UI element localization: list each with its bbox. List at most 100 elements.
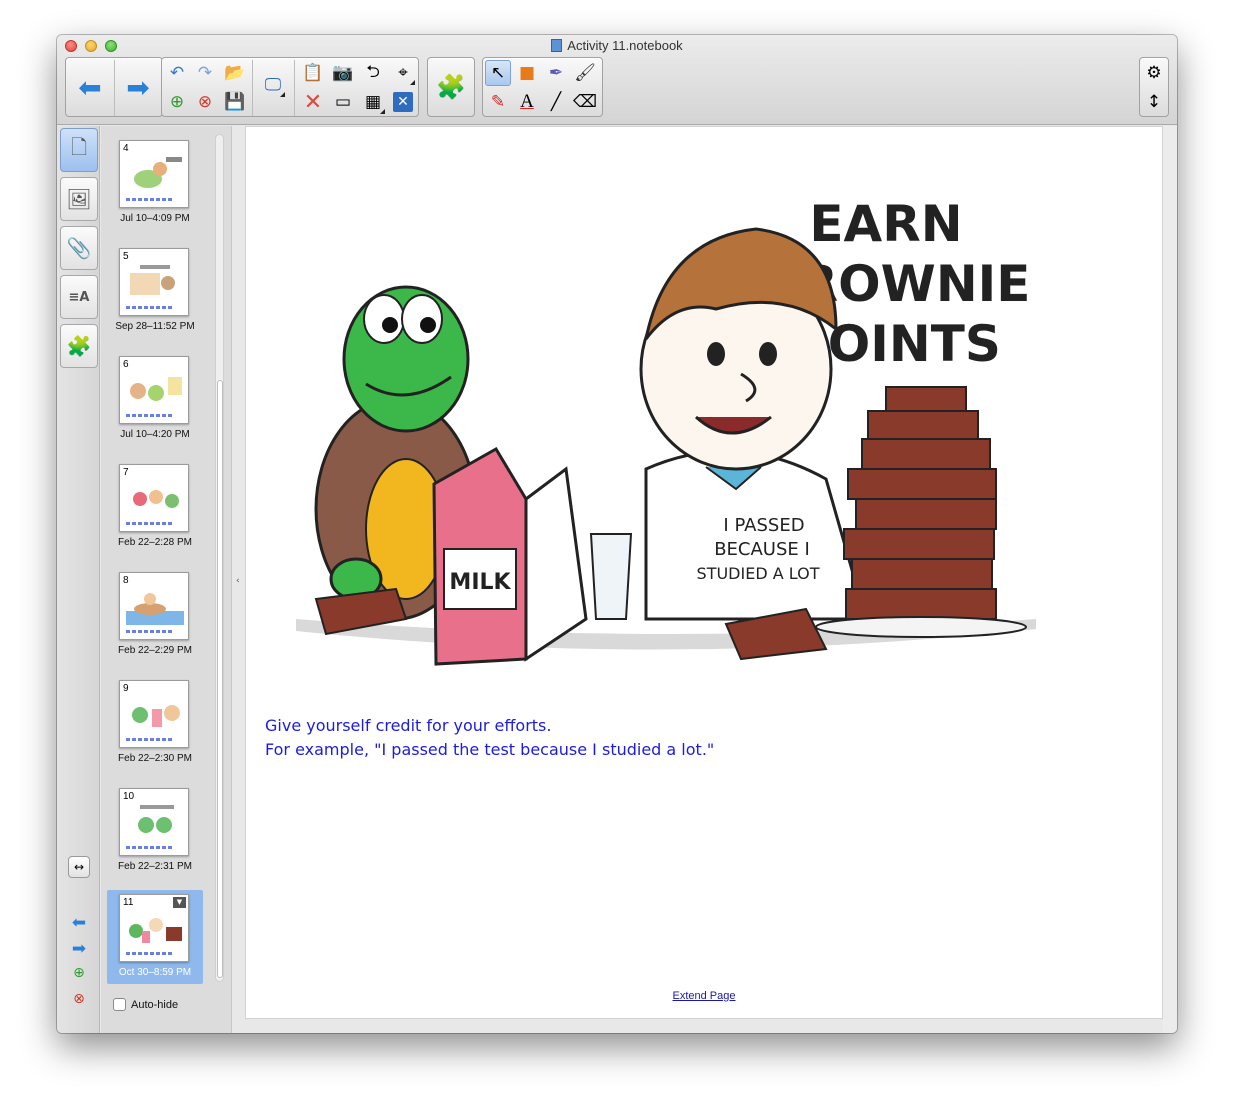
up-down-arrow-icon: ↕ [1146, 92, 1162, 112]
compass-icon: ⌖ [398, 63, 408, 83]
page-thumbnail[interactable]: 7 Feb 22–2:28 PM [107, 460, 203, 554]
thumbnail-image [138, 805, 174, 833]
cartoon-image[interactable]: EARN BROWNIE POINTS MILK I PASSED BECAUS… [286, 149, 1046, 689]
table-icon: ▦ [364, 92, 382, 112]
page-thumbnail[interactable]: 4 Jul 10–4:09 PM [107, 136, 203, 230]
navigation-group: ⬅ ➡ [65, 57, 163, 117]
page-caption[interactable]: Give yourself credit for your efforts. F… [265, 714, 714, 762]
headline-earn: EARN [809, 195, 962, 253]
attachments-tab[interactable]: 📎 [60, 226, 98, 270]
document-camera-button[interactable]: ⮌ [360, 60, 386, 86]
insert-table-button[interactable]: ▦ [360, 89, 386, 115]
thumbnail-image [130, 265, 175, 295]
sidebar-next-button[interactable]: ➡ [68, 939, 90, 959]
arrow-right-icon: ➡ [71, 939, 87, 959]
delete-page-button[interactable]: ⊗ [192, 89, 218, 115]
properties-tab[interactable]: ≡A [60, 275, 98, 319]
delete-button[interactable]: ✕ [300, 89, 326, 115]
whiteboard-page[interactable]: EARN BROWNIE POINTS MILK I PASSED BECAUS… [245, 126, 1163, 1019]
settings-button[interactable]: ⚙ [1141, 60, 1167, 86]
save-button[interactable]: 💾 [222, 89, 248, 115]
line-tool-button[interactable]: ╱ [543, 89, 569, 115]
sidebar-add-page-button[interactable]: ⊕ [68, 965, 90, 981]
brownie-stack [815, 386, 1027, 638]
thumbnail-menu-arrow-icon[interactable]: ▼ [173, 897, 186, 908]
paste-button[interactable]: 📋 [300, 60, 326, 86]
gallery-tab[interactable]: 🖼 [60, 177, 98, 221]
page-icon: 🗋 [70, 135, 88, 159]
full-screen-button[interactable]: ✕ [390, 89, 416, 115]
pens-icon: ✎ [490, 92, 506, 112]
add-page-icon: ⊕ [169, 92, 185, 112]
page-thumbnail[interactable]: 5 Sep 28–11:52 PM [107, 244, 203, 338]
puzzle-icon: 🧩 [436, 73, 466, 101]
extend-page-link[interactable]: Extend Page [246, 990, 1162, 1002]
page-thumbnail-selected[interactable]: 11 ▼ Oct 30–8:59 PM [107, 890, 203, 984]
page-thumbnail[interactable]: 6 Jul 10–4:20 PM [107, 352, 203, 446]
page-sorter: 4 Jul 10–4:09 PM 5 Sep 28–11:52 PM 6 Jul… [101, 126, 232, 1033]
page-thumbnail[interactable]: 10 Feb 22–2:31 PM [107, 784, 203, 878]
auto-hide-option[interactable]: Auto-hide [113, 998, 178, 1011]
delete-page-icon: ⊗ [73, 991, 85, 1007]
undo-button[interactable]: ↶ [164, 60, 190, 86]
shapes-icon: ■ [518, 63, 536, 83]
eraser-tool-button[interactable]: ⌫ [572, 89, 598, 115]
thumbnail-image [134, 157, 182, 188]
page-thumbnail[interactable]: 9 Feb 22–2:30 PM [107, 676, 203, 770]
text-tool-button[interactable]: A [514, 89, 540, 115]
addons-group: 🧩 [427, 57, 475, 117]
creative-pen-button[interactable]: ✒ [543, 60, 569, 86]
arrow-left-icon: ⬅ [78, 70, 102, 104]
puzzle-icon: 🧩 [66, 334, 92, 358]
folder-icon: 📂 [224, 63, 246, 83]
previous-page-button[interactable]: ⬅ [68, 58, 112, 116]
next-page-button[interactable]: ➡ [116, 58, 160, 116]
full-screen-icon: ✕ [393, 92, 413, 112]
page-thumbnail[interactable]: 8 Feb 22–2:29 PM [107, 568, 203, 662]
sidebar-delete-page-button[interactable]: ⊗ [68, 991, 90, 1007]
app-window: Activity 11.notebook ⬅ ➡ ↶ ↷ 📂 ⊕ ⊗ 💾 🖵 📋… [57, 35, 1177, 1033]
tools-group: ↖ ■ ✒ 🖌 ✎ A ╱ ⌫ [482, 57, 603, 117]
sorter-scroll-knob[interactable] [217, 380, 223, 978]
thumbnail-image [133, 490, 179, 508]
sidebar-resize-button[interactable]: ↔ [68, 856, 90, 878]
toolbar-position-button[interactable]: ↕ [1141, 89, 1167, 115]
paperclip-icon: 📎 [66, 236, 92, 260]
fill-icon: 🖌 [574, 63, 596, 83]
pens-tool-button[interactable]: ✎ [485, 89, 511, 115]
screen-capture-button[interactable]: 📷 [330, 60, 356, 86]
sidebar-previous-button[interactable]: ⬅ [68, 913, 90, 933]
pen-icon: ✒ [548, 63, 564, 83]
side-tabs: 🗋 🖼 📎 ≡A 🧩 ↔ ⬅ ➡ ⊕ ⊗ [57, 126, 100, 1033]
shirt-text-1: I PASSED [723, 515, 804, 536]
redo-button[interactable]: ↷ [192, 60, 218, 86]
open-file-button[interactable]: 📂 [222, 60, 248, 86]
shapes-tool-button[interactable]: ■ [514, 60, 540, 86]
screen-view-button[interactable]: 🖵 [260, 72, 286, 98]
pointer-icon: ↖ [490, 63, 506, 83]
sidebar-splitter[interactable]: ‹ [233, 126, 245, 1033]
camera-icon: 📷 [332, 63, 354, 83]
addons-tab[interactable]: 🧩 [60, 324, 98, 368]
measurement-tools-button[interactable]: ⌖ [390, 60, 416, 86]
collapse-arrow-icon: ‹ [236, 576, 240, 586]
screen-shade-icon: ▭ [334, 92, 352, 112]
page-sorter-tab[interactable]: 🗋 [60, 128, 98, 172]
sorter-scrollbar[interactable] [215, 134, 224, 982]
settings-group: ⚙ ↕ [1139, 57, 1169, 117]
fill-tool-button[interactable]: 🖌 [572, 60, 598, 86]
milk-carton: MILK [432, 446, 588, 666]
addons-button[interactable]: 🧩 [429, 58, 473, 116]
properties-icon: ≡A [68, 289, 90, 305]
thumbnail-image [126, 593, 184, 625]
save-icon: 💾 [224, 92, 246, 112]
screen-shade-button[interactable]: ▭ [330, 89, 356, 115]
add-page-button[interactable]: ⊕ [164, 89, 190, 115]
add-page-icon: ⊕ [73, 965, 85, 981]
select-tool-button[interactable]: ↖ [485, 60, 511, 86]
gear-icon: ⚙ [1146, 63, 1162, 83]
window-title: Activity 11.notebook [57, 38, 1177, 53]
picture-icon: 🖼 [66, 187, 92, 211]
auto-hide-checkbox[interactable] [113, 998, 126, 1011]
edit-group: ↶ ↷ 📂 ⊕ ⊗ 💾 🖵 📋 📷 ⮌ ⌖ ✕ ▭ ▦ ✕ [161, 57, 419, 117]
